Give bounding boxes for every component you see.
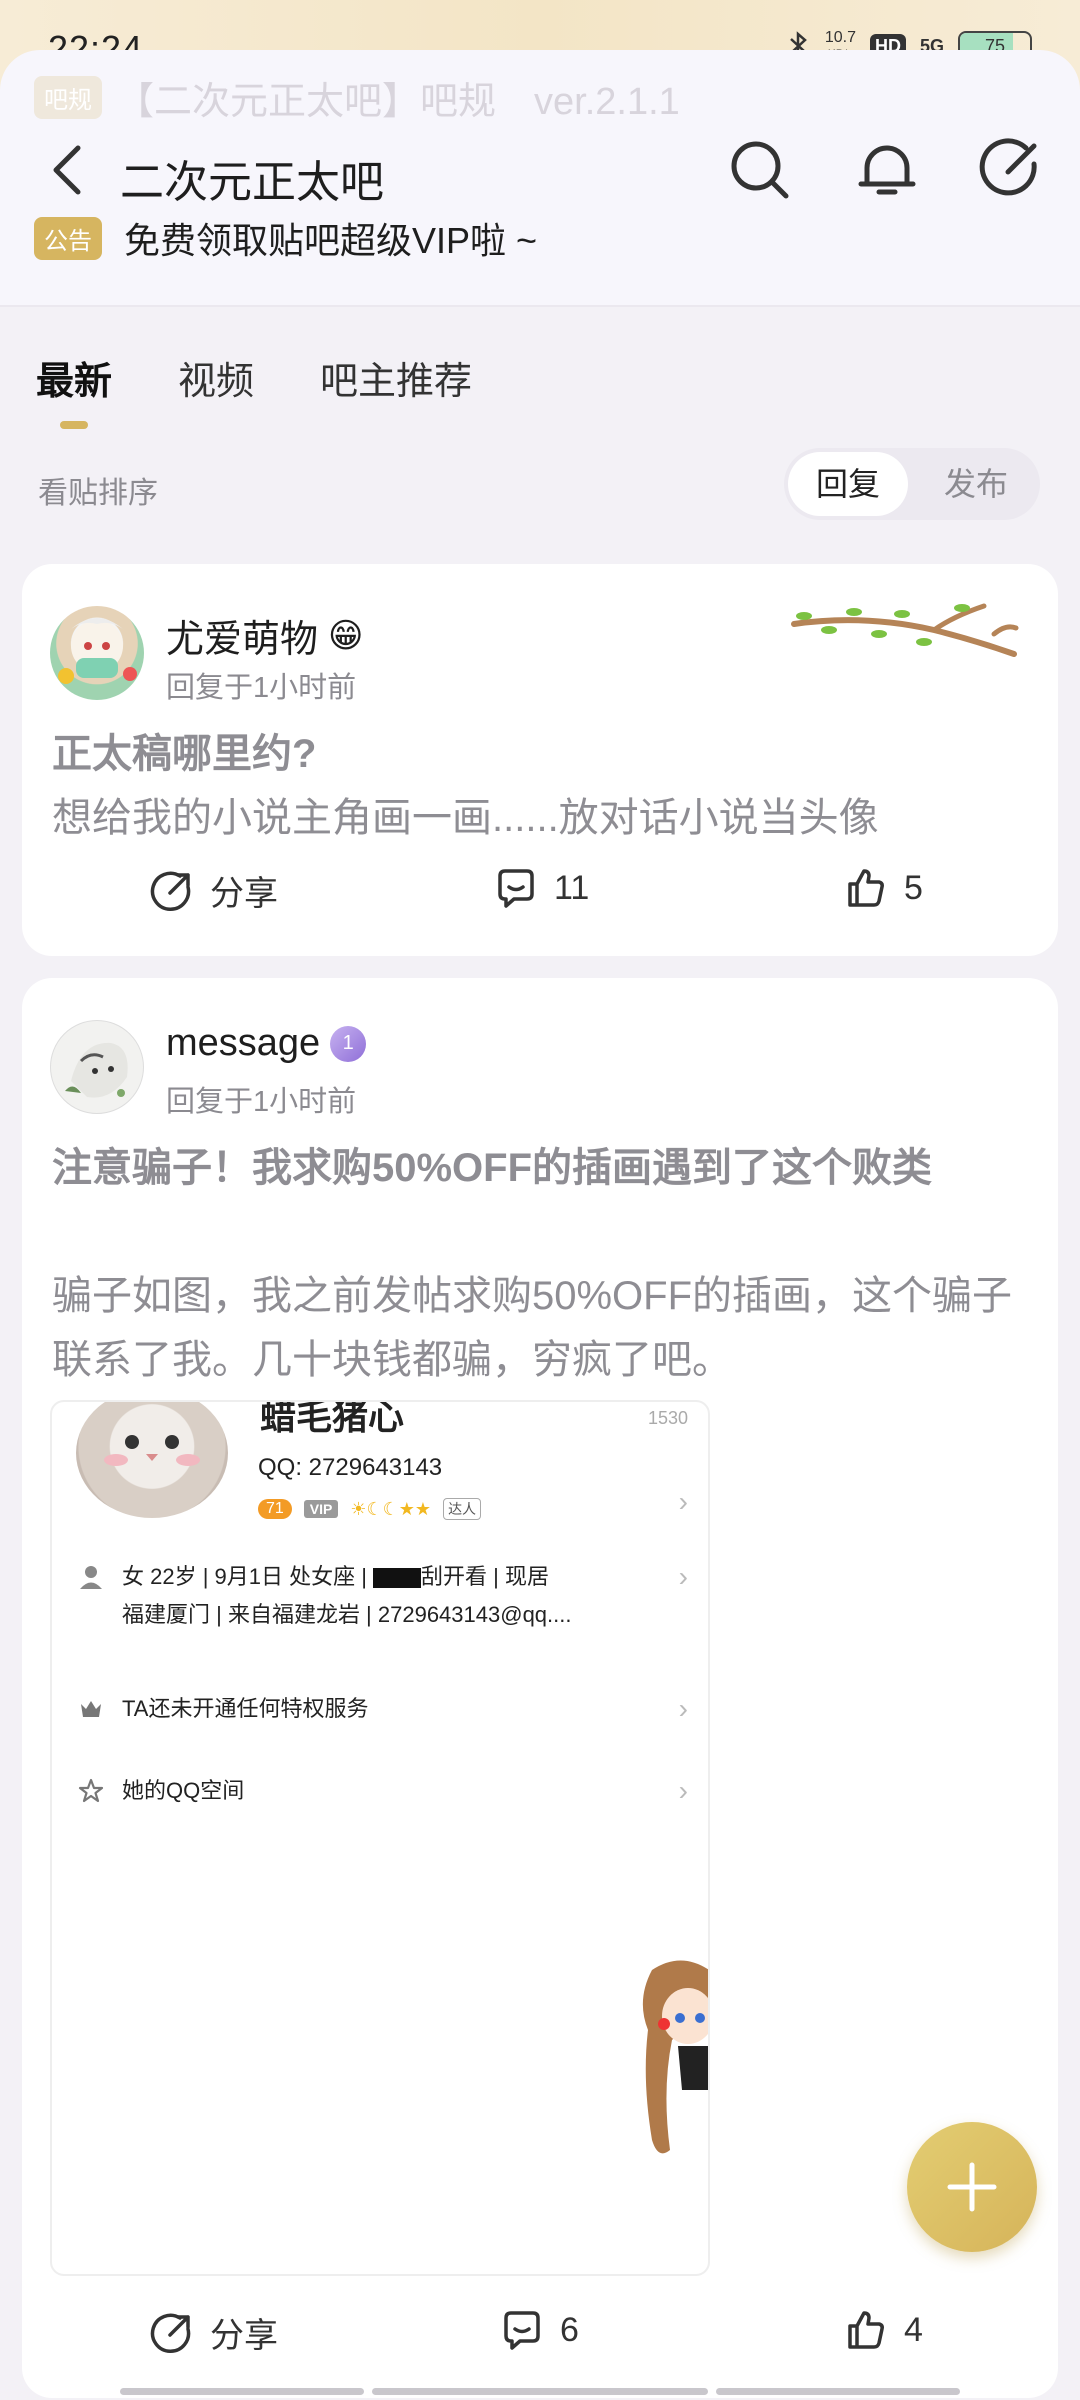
post-actions: 分享 11 5 <box>22 866 1058 926</box>
feed-tabs: 最新 视频 吧主推荐 <box>36 350 472 429</box>
tab-moderator-picks[interactable]: 吧主推荐 <box>320 350 472 405</box>
new-post-button[interactable] <box>907 2122 1037 2252</box>
sort-toggle: 回复 发布 <box>784 448 1040 520</box>
comment-button[interactable]: 11 <box>494 866 589 910</box>
comment-button[interactable]: 6 <box>500 2308 579 2352</box>
medal-badge: 达人 <box>443 1498 482 1520</box>
anime-girl-sticker <box>642 1960 708 2154</box>
avatar-image <box>58 618 137 684</box>
notice-text: 免费领取贴吧超级VIP啦 ~ <box>124 220 538 261</box>
post-title[interactable]: 注意骗子！我求购50%OFF的插画遇到了这个败类 <box>52 1136 1030 1200</box>
like-button[interactable]: 4 <box>844 2308 923 2352</box>
like-button[interactable]: 5 <box>844 866 923 910</box>
like-count: 5 <box>904 868 923 907</box>
scroll-indicator <box>716 2388 960 2395</box>
thumbs-up-icon <box>848 869 884 907</box>
notice-tag: 公告 <box>34 216 102 260</box>
post-actions: 分享 6 4 <box>22 2308 1058 2368</box>
chevron-right-icon: › <box>678 1486 688 1517</box>
chevron-right-icon: › <box>678 1561 688 1592</box>
thumbs-up-icon <box>848 2311 884 2349</box>
like-count: 4 <box>904 2310 923 2349</box>
profile-info-row: 女 22岁 | 9月1日 处女座 | 刮开看 | 现居 福建厦门 | 来自福建龙… <box>78 1558 688 1634</box>
tab-video[interactable]: 视频 <box>178 350 254 405</box>
profile-qzone-row: 她的QQ空间 › <box>78 1772 688 1810</box>
author-emoji: 😁 <box>328 616 364 655</box>
post-author[interactable]: message 1 <box>166 1022 367 1065</box>
avatar[interactable] <box>50 606 144 700</box>
scroll-indicator <box>120 2388 364 2395</box>
crown-icon <box>81 1701 101 1717</box>
back-icon[interactable] <box>46 140 90 200</box>
comment-count: 11 <box>554 868 590 907</box>
plus-icon <box>947 2162 997 2212</box>
post-body[interactable]: 骗子如图，我之前发帖求购50%OFF的插画，这个骗子联系了我。几十块钱都骗，穷疯… <box>52 1264 1030 1392</box>
chevron-right-icon: › <box>678 1693 688 1724</box>
sort-by-reply[interactable]: 回复 <box>788 452 908 516</box>
share-icon <box>150 871 191 911</box>
redacted-mark <box>373 1568 422 1589</box>
sort-label: 看贴排序 <box>38 477 158 510</box>
comment-icon <box>498 869 534 908</box>
compose-icon[interactable] <box>978 138 1042 202</box>
star-icon <box>78 1778 104 1803</box>
header-divider <box>0 305 1080 307</box>
profile-qq: QQ: 2729643143 <box>258 1454 443 1481</box>
comment-icon <box>504 2311 540 2350</box>
post-time: 回复于1小时前 <box>166 672 357 704</box>
post-title[interactable]: 正太稿哪里约? <box>52 722 1030 786</box>
notice-bar[interactable]: 公告 免费领取贴吧超级VIP啦 ~ <box>34 212 537 264</box>
forum-title: 二次元正太吧 <box>120 158 384 207</box>
avatar-image <box>65 1042 128 1098</box>
forum-rule[interactable]: 吧规 【二次元正太吧】吧规 ver.2.1.1 <box>34 70 680 125</box>
post-card[interactable]: 尤爱萌物 😁 回复于1小时前 正太稿哪里约? 想给我的小说主角画一画......… <box>22 564 1058 956</box>
post-time: 回复于1小时前 <box>166 1086 357 1118</box>
post-card[interactable]: message 1 回复于1小时前 注意骗子！我求购50%OFF的插画遇到了这个… <box>22 978 1058 2398</box>
comment-count: 6 <box>560 2310 579 2349</box>
scroll-indicator <box>372 2388 708 2395</box>
vip-badge: VIP <box>303 1500 339 1518</box>
search-icon[interactable] <box>728 138 792 202</box>
share-button[interactable]: 分享 <box>150 2308 278 2357</box>
tab-latest[interactable]: 最新 <box>36 350 112 429</box>
sort-by-post[interactable]: 发布 <box>916 452 1036 516</box>
member-badge: 1 <box>330 1025 367 1062</box>
person-icon <box>80 1566 102 1589</box>
rule-tag: 吧规 <box>34 76 102 119</box>
share-icon <box>150 2313 191 2353</box>
post-body[interactable]: 想给我的小说主角画一画......放对话小说当头像 <box>52 786 1030 850</box>
cat-avatar <box>76 1402 228 1518</box>
level-icons: ☀☾☾★★ <box>350 1498 432 1519</box>
post-author[interactable]: 尤爱萌物 😁 <box>166 608 363 663</box>
rule-text: 【二次元正太吧】吧规 ver.2.1.1 <box>116 81 680 123</box>
avatar[interactable] <box>50 1020 144 1114</box>
profile-service-row: TA还未开通任何特权服务 › <box>78 1690 688 1728</box>
chevron-right-icon: › <box>678 1775 688 1806</box>
bell-icon[interactable] <box>855 138 919 202</box>
profile-number: 1530 <box>647 1408 688 1428</box>
branch-decoration-icon <box>791 603 1019 657</box>
profile-name: 蜡毛猪心 <box>260 1400 405 1437</box>
level-badge: 71 <box>258 1499 292 1519</box>
share-button[interactable]: 分享 <box>150 866 278 915</box>
post-image[interactable]: 蜡毛猪心 1530 QQ: 2729643143 71 VIP ☀☾☾★★ 达人… <box>50 1400 710 2276</box>
profile-badges: 71 VIP ☀☾☾★★ 达人 <box>258 1498 482 1520</box>
